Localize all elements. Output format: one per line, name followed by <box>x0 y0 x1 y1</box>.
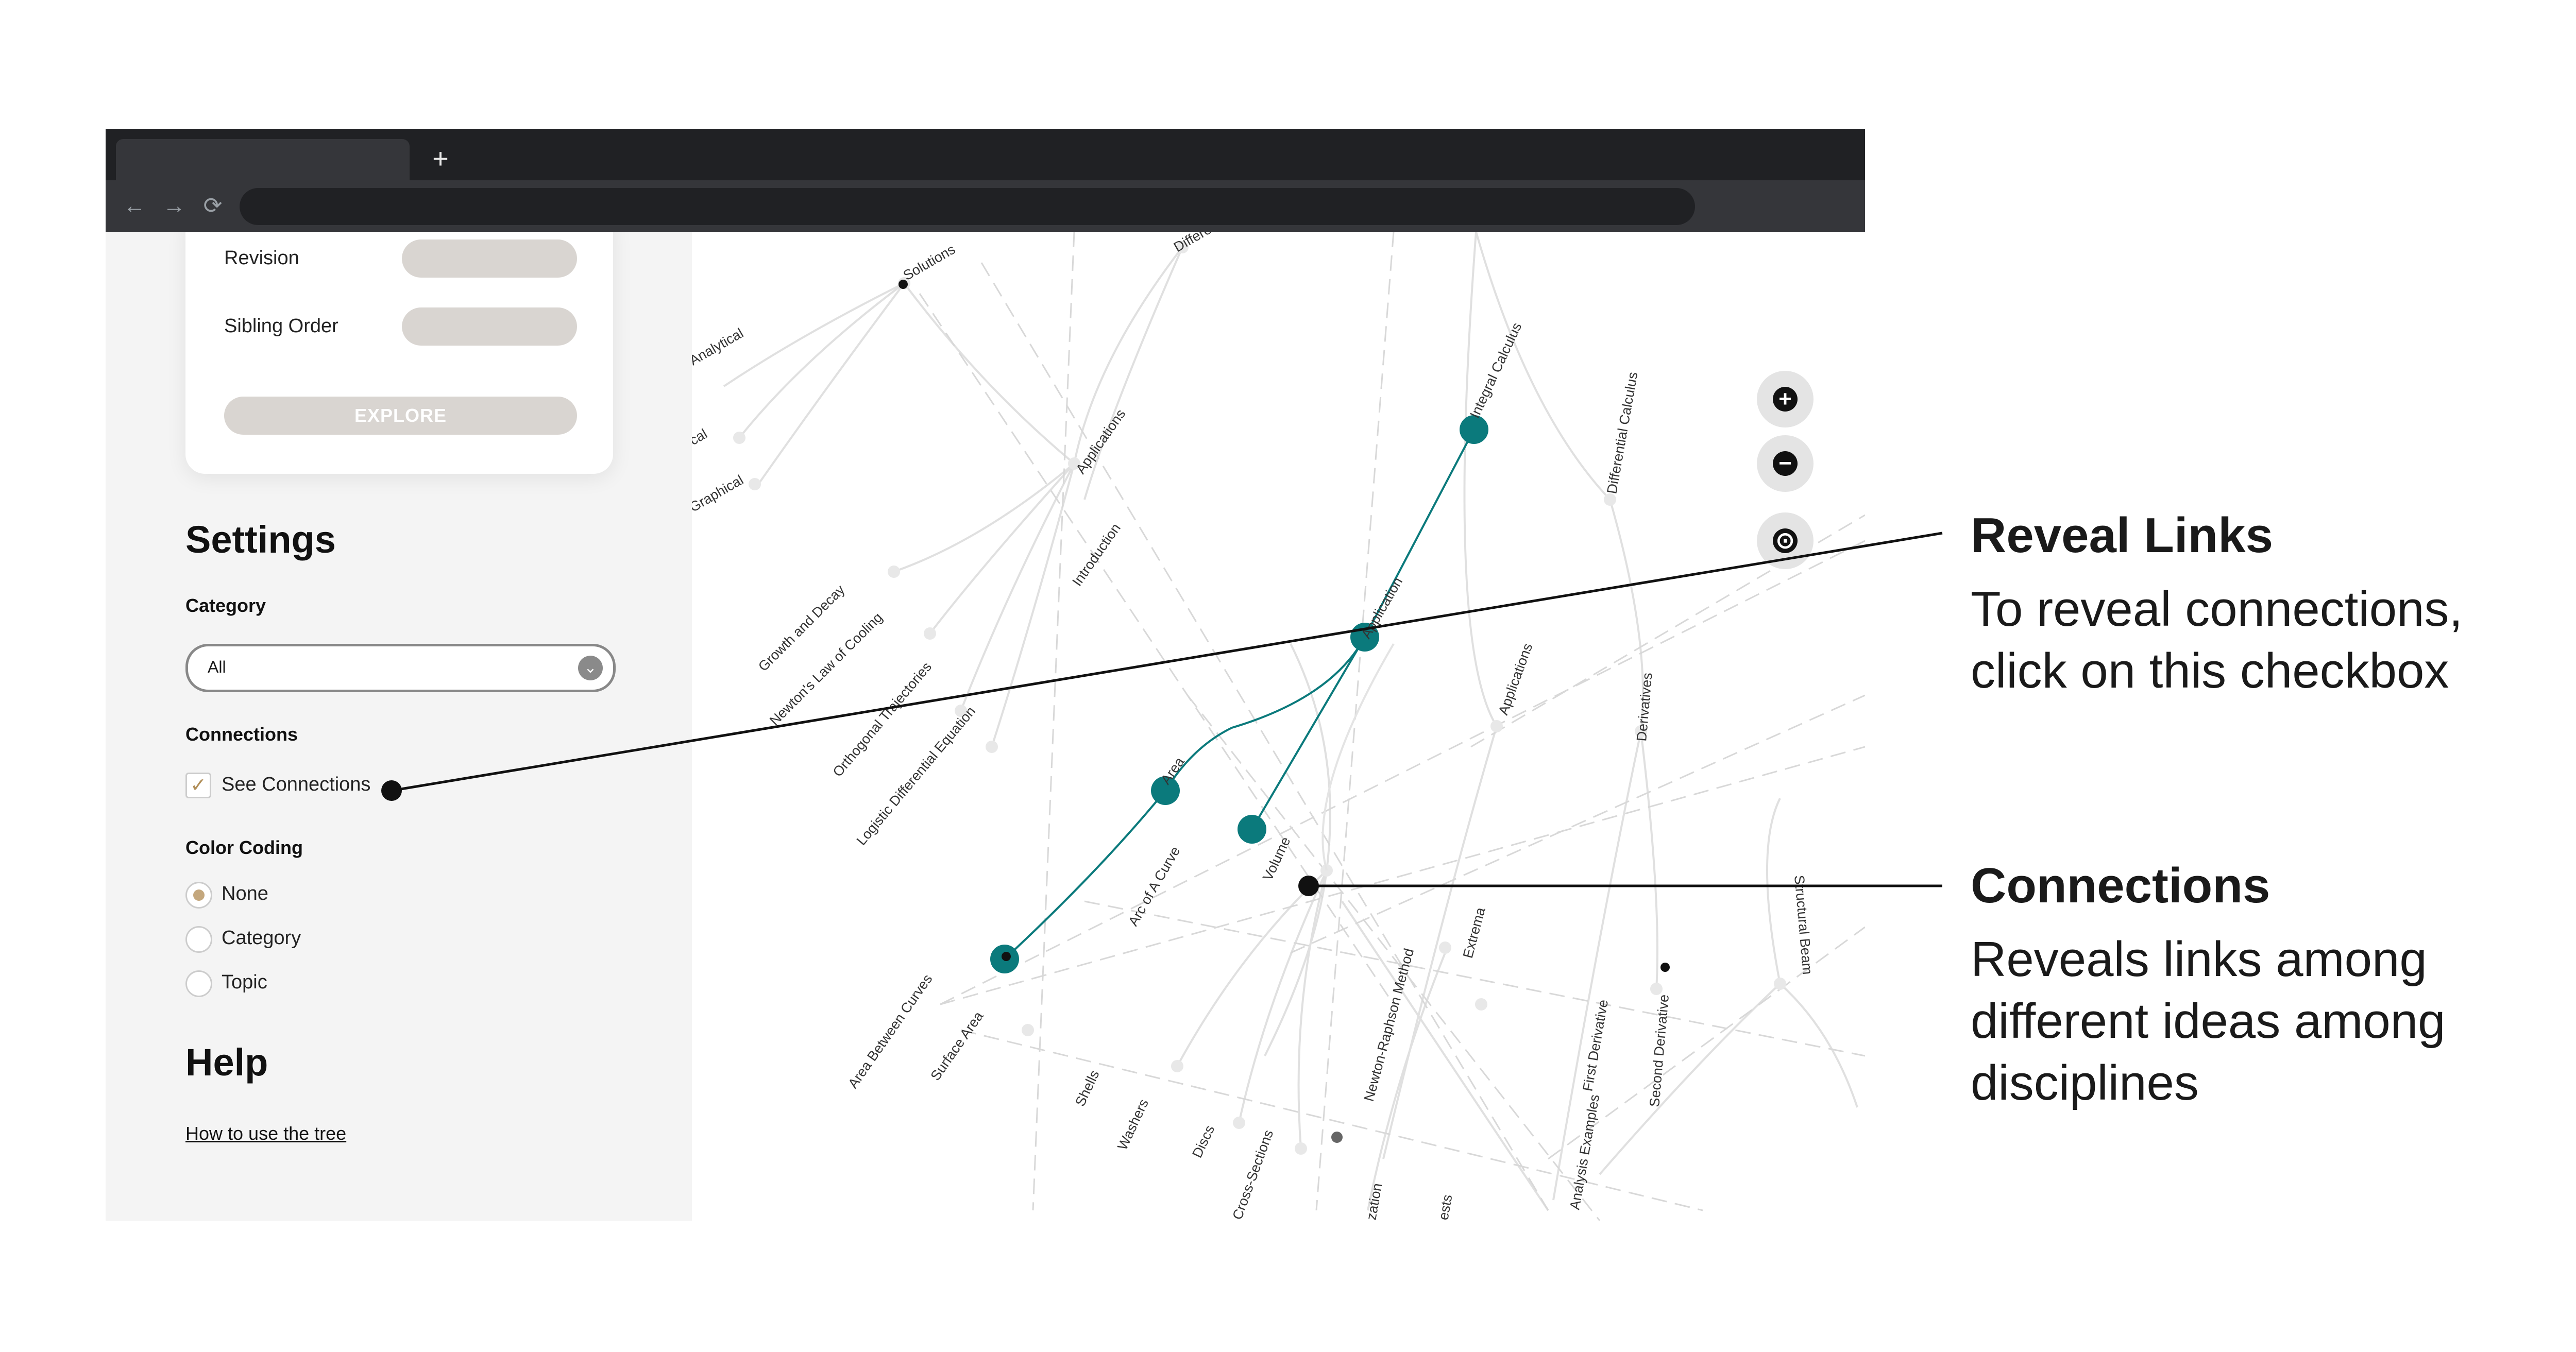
reveal-links-dot <box>381 780 402 801</box>
reveal-links-text: To reveal connections, click on this che… <box>1971 581 2463 698</box>
reveal-links-pointer <box>391 532 1943 792</box>
connections-dot <box>1298 876 1319 896</box>
connections-title: Connections <box>1971 858 2270 913</box>
connections-text: Reveals links among different ideas amon… <box>1971 932 2446 1110</box>
reveal-links-title: Reveal Links <box>1971 508 2273 563</box>
